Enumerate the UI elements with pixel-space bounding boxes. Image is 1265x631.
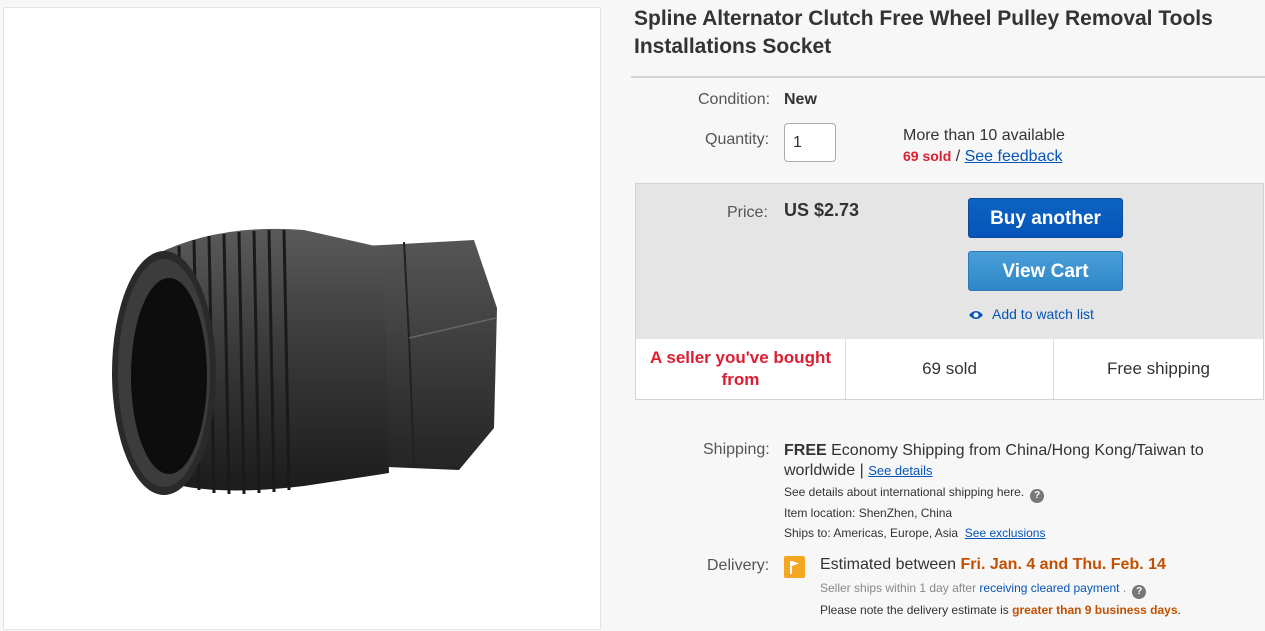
availability-text: More than 10 available (903, 127, 1065, 144)
item-location: Item location: ShenZhen, China (784, 506, 953, 520)
sold-separator: / (951, 148, 965, 165)
ships-within-end: . (1119, 581, 1127, 595)
ships-to-line: Ships to: Americas, Europe, Asia See exc… (784, 526, 1045, 540)
ships-to-text: Ships to: Americas, Europe, Asia (784, 526, 959, 540)
highlights-strip: A seller you've bought from 69 sold Free… (636, 339, 1263, 399)
delivery-estimate: Estimated between Fri. Jan. 4 and Thu. F… (820, 556, 1166, 574)
delivery-label: Delivery: (707, 557, 770, 574)
sold-highlight: 69 sold (846, 339, 1054, 399)
see-exclusions-link[interactable]: See exclusions (965, 526, 1046, 540)
seller-highlight: A seller you've bought from (636, 339, 846, 399)
intl-shipping-details: See details about international shipping… (784, 485, 1045, 503)
product-image-panel[interactable] (3, 7, 601, 630)
note-end: . (1177, 603, 1181, 617)
product-title: Spline Alternator Clutch Free Wheel Pull… (634, 7, 1213, 58)
shipping-free: FREE (784, 442, 827, 459)
quantity-input[interactable] (784, 123, 836, 162)
ships-within-line: Seller ships within 1 day after receivin… (820, 581, 1147, 599)
cleared-payment-link[interactable]: receiving cleared payment (979, 581, 1119, 595)
shipping-method: Economy Shipping from China/Hong Kong/Ta… (784, 442, 1204, 479)
condition-value: New (784, 91, 817, 108)
buy-another-button[interactable]: Buy another (968, 198, 1123, 238)
estimate-dates: Fri. Jan. 4 and Thu. Feb. 14 (960, 556, 1166, 573)
watch-list-label: Add to watch list (992, 306, 1094, 322)
sold-feedback-line: 69 sold / See feedback (903, 148, 1062, 166)
shipping-summary: FREE Economy Shipping from China/Hong Ko… (784, 441, 1214, 481)
shipping-label: Shipping: (703, 441, 770, 458)
delivery-note: Please note the delivery estimate is gre… (820, 603, 1181, 617)
view-cart-button[interactable]: View Cart (968, 251, 1123, 291)
intl-shipping-text: See details about international shipping… (784, 485, 1025, 499)
free-shipping-highlight: Free shipping (1106, 359, 1210, 378)
price-value: US $2.73 (784, 200, 860, 220)
price-label: Price: (727, 204, 768, 221)
product-image (112, 228, 497, 495)
question-mark-icon[interactable]: ? (1132, 585, 1147, 599)
sold-count[interactable]: 69 sold (903, 148, 951, 164)
estimate-prefix: Estimated between (820, 556, 961, 573)
flag-icon (784, 556, 805, 578)
note-emphasis: greater than 9 business days (1012, 603, 1178, 617)
title-divider (631, 76, 1265, 78)
note-prefix: Please note the delivery estimate is (820, 603, 1013, 617)
see-feedback-link[interactable]: See feedback (965, 148, 1063, 165)
ships-within-text: Seller ships within 1 day after (820, 581, 980, 595)
see-details-link[interactable]: See details (868, 463, 932, 478)
question-mark-icon[interactable]: ? (1030, 489, 1045, 503)
condition-label: Condition: (698, 91, 771, 108)
add-to-watch-list-link[interactable]: Add to watch list (968, 306, 1094, 322)
quantity-label: Quantity: (705, 131, 770, 148)
eye-icon (969, 311, 983, 319)
